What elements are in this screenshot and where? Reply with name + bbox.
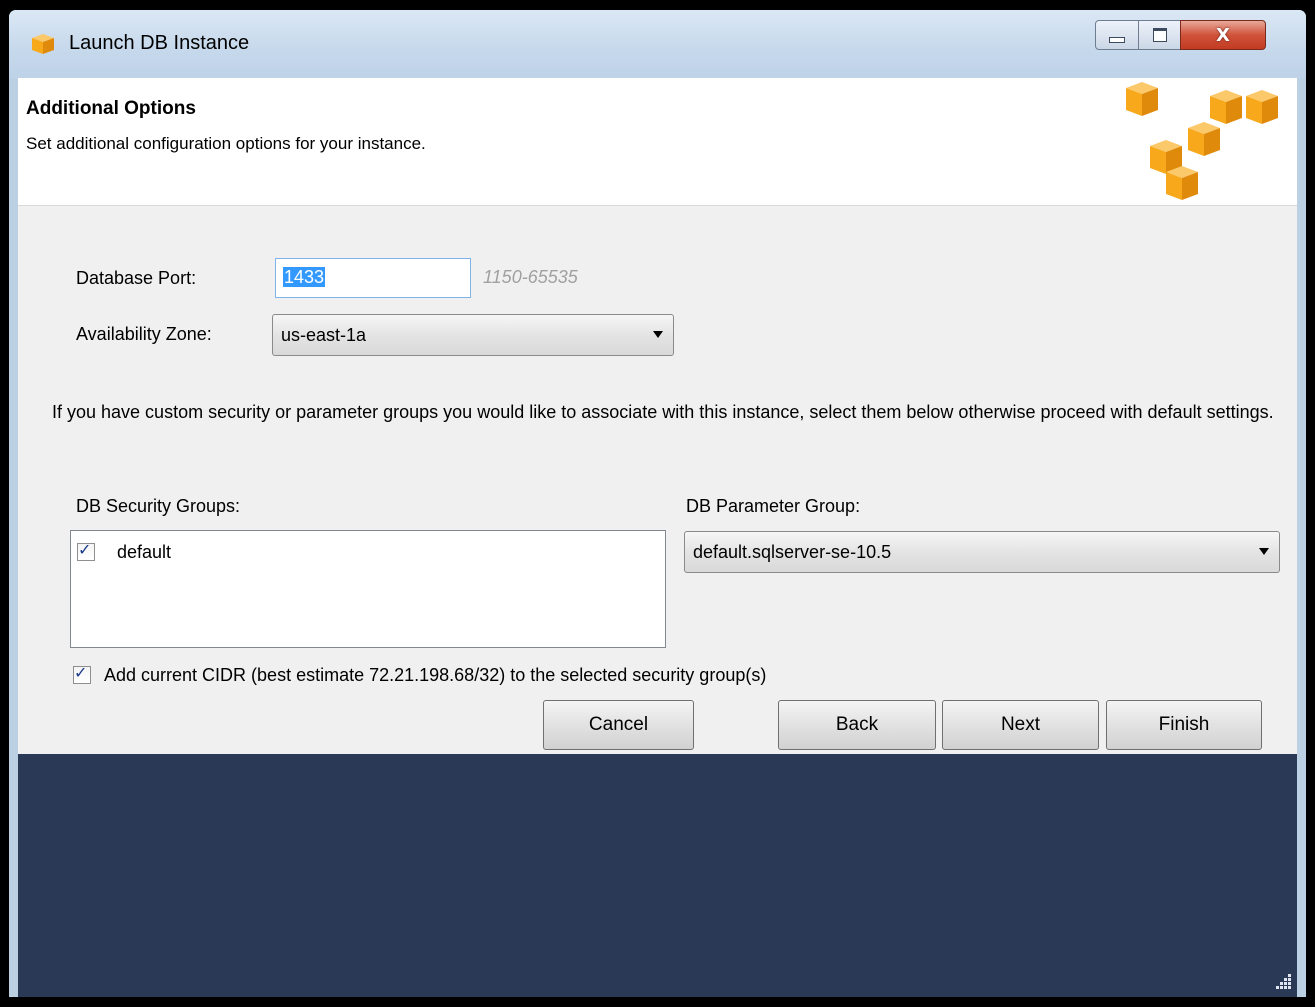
minimize-button[interactable] xyxy=(1095,20,1139,50)
port-label: Database Port: xyxy=(76,268,197,288)
security-groups-list[interactable]: ✓ default xyxy=(70,530,666,648)
cancel-button[interactable]: Cancel xyxy=(543,700,694,750)
list-item[interactable]: ✓ default xyxy=(77,540,377,563)
wizard-header: Additional Options Set additional config… xyxy=(18,78,1297,206)
availability-zone-label: Availability Zone: xyxy=(76,324,212,344)
minimize-icon xyxy=(1109,37,1125,43)
cidr-checkbox[interactable]: ✓ xyxy=(73,663,91,684)
aws-cube-icon xyxy=(32,34,54,54)
chevron-down-icon xyxy=(653,331,663,338)
page-title: Additional Options xyxy=(26,98,196,119)
button-bar xyxy=(18,754,1297,997)
maximize-icon xyxy=(1152,28,1167,42)
aws-logo-icon xyxy=(1126,82,1278,200)
chevron-down-icon xyxy=(1259,548,1269,555)
checkmark-icon: ✓ xyxy=(74,663,88,682)
availability-zone-select[interactable]: us-east-1a xyxy=(272,314,674,356)
database-port-input[interactable]: 1433 xyxy=(275,258,471,298)
back-button[interactable]: Back xyxy=(778,700,936,750)
resize-grip-icon[interactable] xyxy=(1273,971,1291,989)
checkmark-icon: ✓ xyxy=(78,540,92,559)
close-icon: X xyxy=(1216,24,1230,46)
window-title: Launch DB Instance xyxy=(69,32,250,54)
title-bar[interactable]: Launch DB Instance X xyxy=(9,10,1306,78)
security-group-label: default xyxy=(117,542,172,562)
port-range-hint: 1150-65535 xyxy=(483,267,578,287)
parameter-group-select[interactable]: default.sqlserver-se-10.5 xyxy=(684,531,1280,573)
availability-zone-value: us-east-1a xyxy=(281,325,367,345)
port-value: 1433 xyxy=(283,267,326,287)
parameter-group-value: default.sqlserver-se-10.5 xyxy=(693,542,892,562)
dialog-content: Additional Options Set additional config… xyxy=(18,78,1297,997)
close-button[interactable]: X xyxy=(1180,20,1266,50)
page-subtitle: Set additional configuration options for… xyxy=(26,134,426,153)
info-text: If you have custom security or parameter… xyxy=(52,402,1274,422)
parameter-group-label: DB Parameter Group: xyxy=(686,496,861,516)
finish-button[interactable]: Finish xyxy=(1106,700,1262,750)
cidr-label: Add current CIDR (best estimate 72.21.19… xyxy=(104,665,767,685)
maximize-button[interactable] xyxy=(1138,20,1181,50)
next-button[interactable]: Next xyxy=(942,700,1099,750)
checkbox[interactable]: ✓ xyxy=(77,540,95,561)
window: Launch DB Instance X Additional Options … xyxy=(9,10,1306,997)
security-groups-label: DB Security Groups: xyxy=(76,496,241,516)
